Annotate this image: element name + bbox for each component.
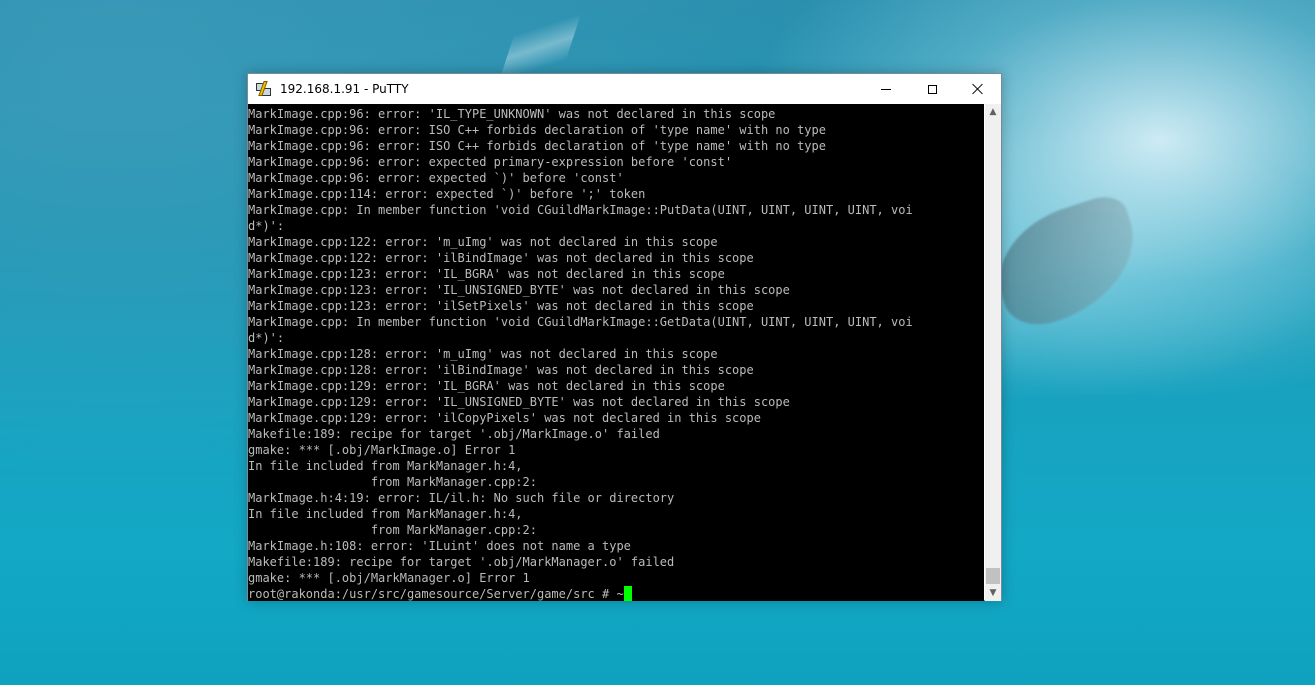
terminal-line: MarkImage.cpp:129: error: 'IL_UNSIGNED_B…: [248, 395, 790, 409]
terminal-line: MarkImage.cpp:128: error: 'ilBindImage' …: [248, 363, 754, 377]
window-controls: [863, 74, 1001, 104]
terminal-line: MarkImage.h:4:19: error: IL/il.h: No suc…: [248, 491, 675, 505]
putty-icon[interactable]: [256, 81, 272, 97]
title-bar[interactable]: 192.168.1.91 - PuTTY: [248, 74, 1001, 104]
close-icon: [972, 83, 984, 95]
terminal-prompt-line: root@rakonda:/usr/src/gamesource/Server/…: [248, 586, 984, 601]
maximize-icon: [927, 84, 937, 94]
terminal-line: d*)':: [248, 331, 285, 345]
scroll-up-arrow-icon[interactable]: ▲: [985, 104, 1001, 120]
terminal-line: MarkImage.cpp:129: error: 'IL_BGRA' was …: [248, 379, 725, 393]
terminal-area[interactable]: MarkImage.cpp:96: error: 'IL_TYPE_UNKNOW…: [248, 104, 984, 601]
minimize-button[interactable]: [863, 74, 909, 104]
terminal-line: MarkImage.cpp:122: error: 'm_uImg' was n…: [248, 235, 718, 249]
minimize-icon: [881, 88, 891, 90]
terminal-line: from MarkManager.cpp:2:: [248, 475, 537, 489]
terminal-line: MarkImage.h:108: error: 'ILuint' does no…: [248, 539, 631, 553]
text-cursor: [623, 586, 632, 601]
terminal-line: MarkImage.cpp:96: error: 'IL_TYPE_UNKNOW…: [248, 107, 776, 121]
putty-window: 192.168.1.91 - PuTTY MarkImage.cpp:96: e…: [247, 73, 1002, 601]
terminal-line: Makefile:189: recipe for target '.obj/Ma…: [248, 427, 660, 441]
terminal-line: In file included from MarkManager.h:4,: [248, 507, 523, 521]
terminal-output: MarkImage.cpp:96: error: 'IL_TYPE_UNKNOW…: [248, 104, 984, 601]
terminal-line: MarkImage.cpp:96: error: expected primar…: [248, 155, 733, 169]
window-title: 192.168.1.91 - PuTTY: [280, 82, 409, 96]
terminal-line: gmake: *** [.obj/MarkManager.o] Error 1: [248, 571, 530, 585]
close-button[interactable]: [955, 74, 1001, 104]
terminal-line: MarkImage.cpp:129: error: 'ilCopyPixels'…: [248, 411, 761, 425]
shell-prompt: root@rakonda:/usr/src/gamesource/Server/…: [248, 587, 624, 601]
terminal-line: from MarkManager.cpp:2:: [248, 523, 537, 537]
terminal-line: MarkImage.cpp:123: error: 'IL_BGRA' was …: [248, 267, 725, 281]
terminal-line: gmake: *** [.obj/MarkImage.o] Error 1: [248, 443, 516, 457]
terminal-line: MarkImage.cpp:123: error: 'ilSetPixels' …: [248, 299, 754, 313]
scroll-down-arrow-icon[interactable]: ▼: [985, 585, 1001, 601]
maximize-button[interactable]: [909, 74, 955, 104]
terminal-line: MarkImage.cpp: In member function 'void …: [248, 203, 913, 217]
terminal-line: MarkImage.cpp: In member function 'void …: [248, 315, 913, 329]
scroll-thumb[interactable]: [986, 568, 1000, 584]
terminal-line: MarkImage.cpp:96: error: ISO C++ forbids…: [248, 123, 826, 137]
vertical-scrollbar[interactable]: ▲ ▼: [985, 104, 1001, 601]
terminal-line: MarkImage.cpp:128: error: 'm_uImg' was n…: [248, 347, 718, 361]
terminal-line: MarkImage.cpp:96: error: expected `)' be…: [248, 171, 624, 185]
terminal-line: d*)':: [248, 219, 285, 233]
terminal-line: MarkImage.cpp:96: error: ISO C++ forbids…: [248, 139, 826, 153]
terminal-line: Makefile:189: recipe for target '.obj/Ma…: [248, 555, 675, 569]
wallpaper-fin-shape: [982, 190, 1153, 335]
terminal-line: MarkImage.cpp:114: error: expected `)' b…: [248, 187, 646, 201]
terminal-line: MarkImage.cpp:122: error: 'ilBindImage' …: [248, 251, 754, 265]
terminal-line: In file included from MarkManager.h:4,: [248, 459, 523, 473]
terminal-line: MarkImage.cpp:123: error: 'IL_UNSIGNED_B…: [248, 283, 790, 297]
